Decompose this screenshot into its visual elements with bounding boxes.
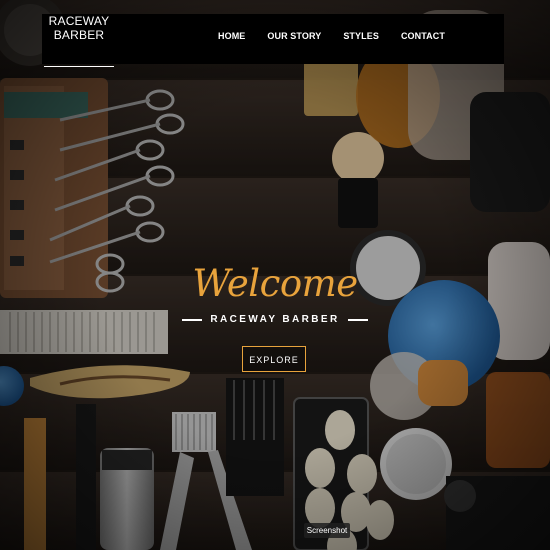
brand-name-line2: BARBER bbox=[53, 28, 105, 42]
nav-home[interactable]: HOME bbox=[218, 31, 245, 41]
screenshot-chip[interactable]: Screenshot bbox=[304, 523, 350, 538]
subtitle-right-rule bbox=[347, 318, 368, 321]
nav-our-story[interactable]: OUR STORY bbox=[267, 31, 321, 41]
subtitle-left-rule bbox=[182, 318, 203, 321]
brand-underline bbox=[44, 66, 114, 67]
brand-logo[interactable]: RACEWAY BARBER bbox=[44, 14, 114, 42]
hero-subtitle: RACEWAY BARBER bbox=[210, 314, 340, 325]
main-nav: HOME OUR STORY STYLES CONTACT bbox=[218, 31, 467, 41]
hero-subtitle-row: RACEWAY BARBER bbox=[0, 314, 550, 325]
nav-contact[interactable]: CONTACT bbox=[401, 31, 445, 41]
hero-welcome-heading: Welcome bbox=[192, 262, 358, 305]
brand-name-line1: RACEWAY bbox=[48, 14, 110, 28]
nav-styles[interactable]: STYLES bbox=[343, 31, 379, 41]
explore-button[interactable]: EXPLORE bbox=[242, 346, 306, 372]
